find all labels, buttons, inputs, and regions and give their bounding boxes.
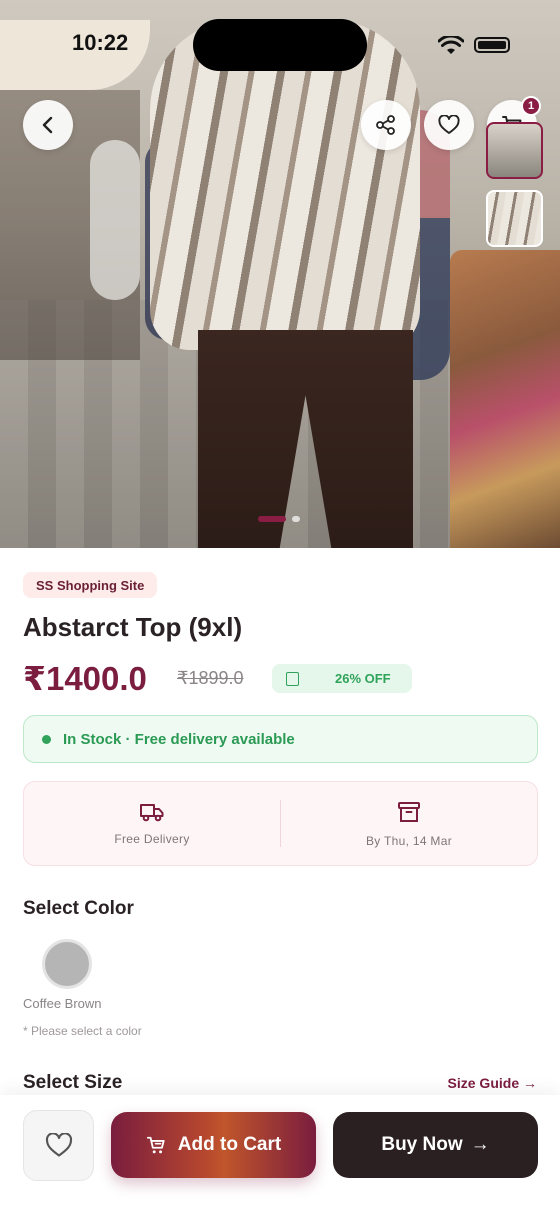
stock-text: In Stock · Free delivery available: [63, 730, 295, 748]
back-icon: [42, 116, 53, 134]
shop-badge[interactable]: SS Shopping Site: [23, 572, 158, 598]
select-size-title: Select Size: [23, 1072, 123, 1093]
color-hint: * Please select a color: [23, 1024, 142, 1038]
discount-text: 26% OFF: [335, 671, 391, 686]
arrow-right-icon: →: [470, 1134, 490, 1155]
share-button[interactable]: [361, 100, 411, 150]
discount-badge: 26% OFF: [272, 664, 412, 693]
image-thumbnail-1[interactable]: [486, 122, 543, 179]
back-button[interactable]: [23, 100, 73, 150]
background-person: [90, 140, 140, 300]
delivery-date-cell: By Thu, 14 Mar: [281, 782, 537, 865]
stock-dot-icon: [42, 734, 51, 744]
battery-icon: [474, 37, 510, 53]
free-delivery-label: Free Delivery: [114, 831, 190, 846]
add-to-cart-label: Add to Cart: [177, 1134, 282, 1155]
truck-icon: [140, 803, 164, 821]
heart-icon: [438, 115, 460, 134]
image-pager[interactable]: [258, 516, 300, 522]
handbag-display: [450, 250, 560, 548]
tag-icon: [286, 671, 299, 686]
cart-icon: [146, 1136, 165, 1154]
add-to-cart-button[interactable]: Add to Cart: [111, 1112, 316, 1178]
product-price: ₹1400.0: [23, 660, 147, 697]
share-icon: [376, 115, 395, 135]
product-image[interactable]: [0, 0, 560, 548]
wishlist-button[interactable]: [424, 100, 474, 150]
product-title: Abstarct Top (9xl): [23, 612, 243, 642]
color-swatch-name: Coffee Brown: [23, 996, 102, 1011]
box-icon: [398, 801, 420, 822]
wifi-icon: [438, 36, 464, 54]
status-time: 10:22: [72, 30, 129, 55]
delivery-info-card: Free Delivery By Thu, 14 Mar: [23, 781, 538, 866]
free-delivery-cell: Free Delivery: [24, 782, 280, 865]
select-color-title: Select Color: [23, 898, 134, 919]
buy-now-label: Buy Now: [381, 1134, 463, 1155]
original-price: ₹1899.0: [177, 668, 244, 688]
wishlist-bottom-button[interactable]: [23, 1110, 94, 1181]
cart-count-badge: 1: [521, 96, 541, 116]
delivery-date-label: By Thu, 14 Mar: [365, 833, 452, 848]
pager-dot-active[interactable]: [258, 516, 286, 522]
image-thumbnail-2[interactable]: [486, 190, 543, 247]
buy-now-button[interactable]: Buy Now →: [333, 1112, 538, 1178]
stock-banner: In Stock · Free delivery available: [23, 715, 538, 763]
pager-dot[interactable]: [292, 516, 300, 522]
dynamic-island: [193, 19, 367, 71]
heart-icon: [45, 1133, 72, 1157]
size-guide-link[interactable]: Size Guide →: [448, 1075, 537, 1091]
color-swatch[interactable]: [42, 939, 92, 989]
